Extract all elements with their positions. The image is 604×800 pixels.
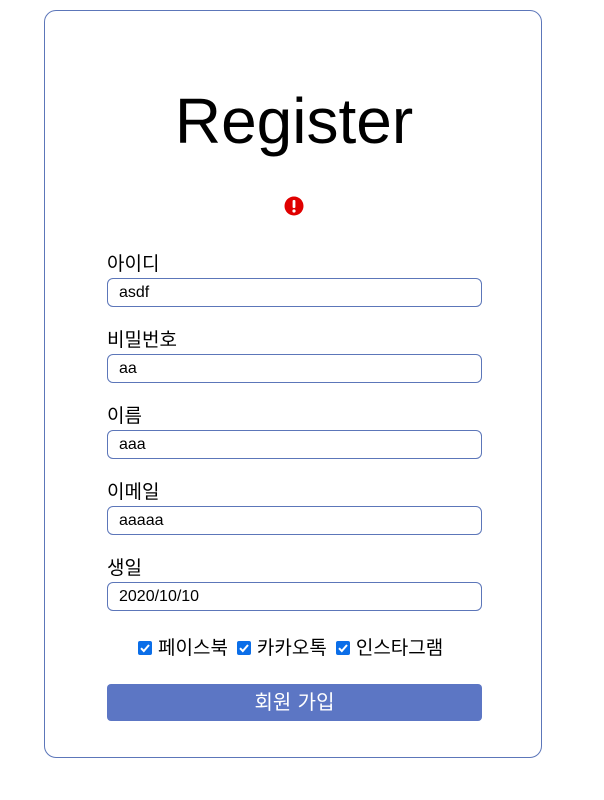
facebook-checkbox-label[interactable]: 페이스북	[158, 637, 228, 659]
password-label: 비밀번호	[107, 329, 177, 351]
social-checkbox-group: 페이스북 카카오톡 인스타그램	[138, 636, 452, 660]
register-submit-button[interactable]: 회원 가입	[107, 684, 482, 721]
page-title: Register	[174, 85, 414, 157]
name-input[interactable]	[107, 430, 482, 459]
facebook-checkbox[interactable]	[138, 641, 152, 655]
password-input[interactable]	[107, 354, 482, 383]
kakaotalk-checkbox-label[interactable]: 카카오톡	[257, 637, 327, 659]
username-input[interactable]	[107, 278, 482, 307]
error-icon	[284, 196, 304, 216]
birthday-input[interactable]	[107, 582, 482, 611]
instagram-checkbox[interactable]	[335, 641, 350, 655]
email-label: 이메일	[107, 481, 160, 503]
username-label: 아이디	[107, 253, 160, 275]
register-card: Register 아이디 비밀번호 이름 이메일 생일 페이스북 카카오톡 인스…	[44, 10, 542, 758]
instagram-checkbox-label[interactable]: 인스타그램	[356, 637, 443, 659]
birthday-label: 생일	[107, 557, 142, 579]
email-input[interactable]	[107, 506, 482, 535]
name-label: 이름	[107, 405, 142, 427]
kakaotalk-checkbox[interactable]	[236, 641, 251, 655]
